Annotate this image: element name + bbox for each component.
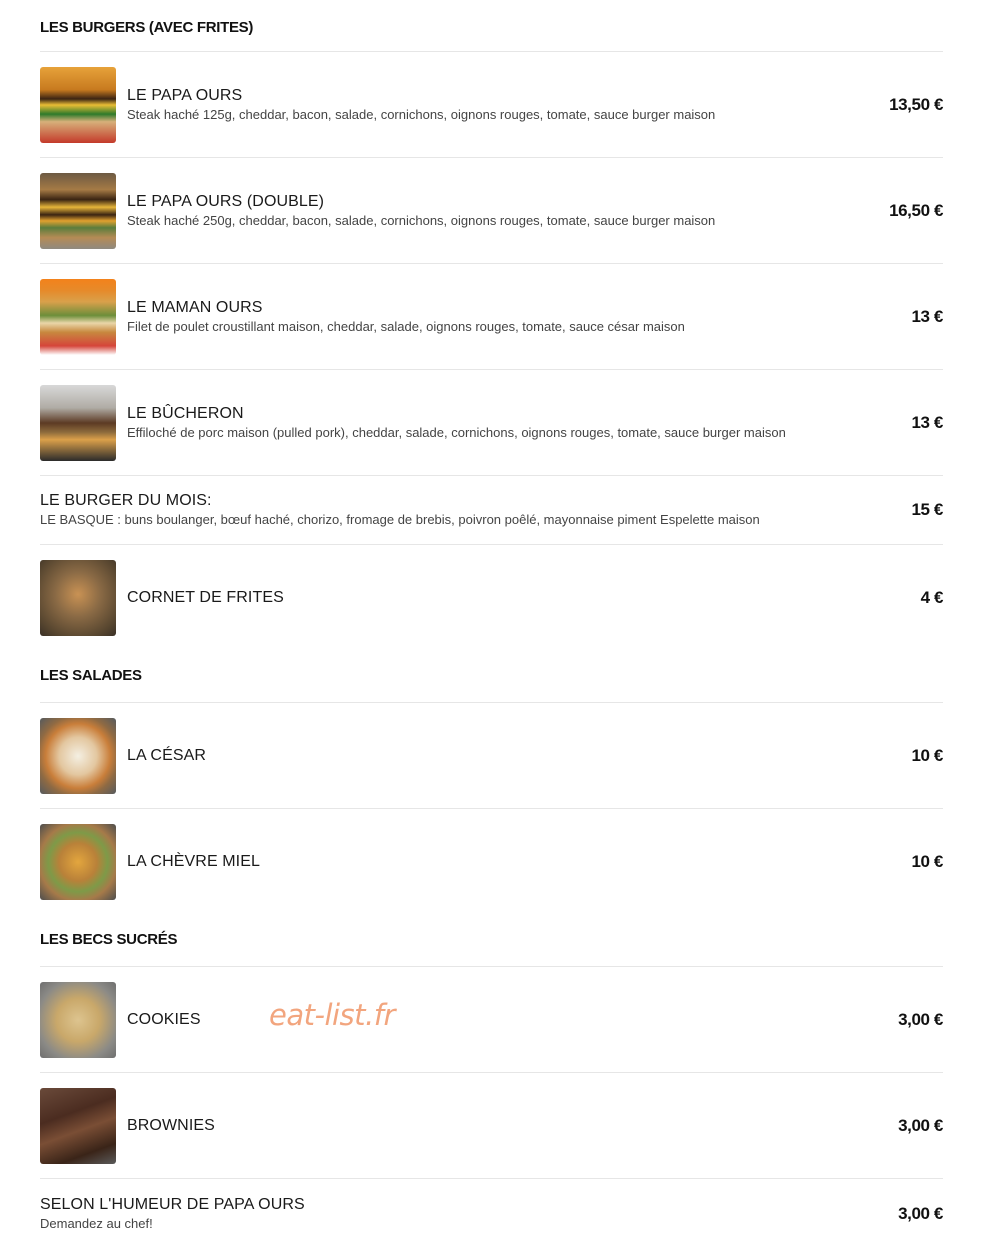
item-price: 10 € [911, 852, 944, 871]
item-price: 10 € [911, 745, 944, 765]
item-name: LE BÛCHERON [127, 404, 244, 422]
menu-item-papa-ours-double[interactable]: LE PAPA OURS (DOUBLE) Steak haché 250g, … [40, 158, 943, 264]
item-photo [40, 66, 116, 143]
menu-page: LES BURGERS (AVEC FRITES) LE PAPA OURS S… [40, 0, 943, 1249]
menu-item-brownies[interactable]: BROWNIES 3,00 € [40, 1073, 943, 1179]
item-description: LE BASQUE : buns boulanger, bœuf haché, … [40, 512, 760, 527]
item-photo [40, 278, 116, 355]
menu-item-burger-du-mois[interactable]: LE BURGER DU MOIS: LE BASQUE : buns boul… [40, 476, 943, 545]
menu-item-chevre-miel[interactable]: LA CHÈVRE MIEL 10 € [40, 809, 943, 915]
item-photo [40, 172, 116, 249]
item-name: BROWNIES [127, 1116, 215, 1134]
menu-item-humeur-papa-ours[interactable]: SELON L'HUMEUR DE PAPA OURS Demandez au … [40, 1179, 943, 1249]
menu-item-cookies[interactable]: COOKIES 3,00 € [40, 967, 943, 1073]
item-name: LE PAPA OURS [127, 86, 243, 104]
item-name: LE MAMAN OURS [127, 298, 263, 316]
item-description: Steak haché 250g, cheddar, bacon, salade… [127, 212, 716, 228]
item-photo [40, 384, 116, 461]
item-description: Effiloché de porc maison (pulled pork), … [127, 424, 786, 440]
item-price: 13,50 € [889, 94, 943, 114]
item-name: LE BURGER DU MOIS: [40, 492, 212, 509]
menu-item-papa-ours[interactable]: LE PAPA OURS Steak haché 125g, cheddar, … [40, 52, 943, 158]
section-title-salades: LES SALADES [40, 651, 943, 703]
item-price: 13 € [911, 306, 944, 326]
item-price: 15 € [911, 500, 944, 519]
item-description: Demandez au chef! [40, 1216, 153, 1231]
section-title-burgers: LES BURGERS (AVEC FRITES) [40, 0, 943, 52]
item-name: SELON L'HUMEUR DE PAPA OURS [40, 1196, 305, 1213]
item-name: CORNET DE FRITES [127, 589, 284, 606]
item-price: 16,50 € [889, 200, 943, 220]
item-photo [40, 717, 116, 794]
item-price: 13 € [911, 412, 944, 432]
item-price: 4 € [920, 588, 944, 607]
item-name: LE PAPA OURS (DOUBLE) [127, 192, 325, 210]
item-price: 3,00 € [898, 1009, 943, 1029]
item-photo [40, 1087, 116, 1164]
item-description: Filet de poulet croustillant maison, che… [127, 318, 685, 334]
item-price: 3,00 € [898, 1204, 943, 1223]
menu-item-cornet-frites[interactable]: CORNET DE FRITES 4 € [40, 545, 943, 651]
item-name: LA CHÈVRE MIEL [127, 853, 261, 870]
item-name: LA CÉSAR [127, 746, 207, 764]
menu-item-maman-ours[interactable]: LE MAMAN OURS Filet de poulet croustilla… [40, 264, 943, 370]
item-name: COOKIES [127, 1010, 201, 1028]
item-description: Steak haché 125g, cheddar, bacon, salade… [127, 106, 716, 122]
menu-item-bucheron[interactable]: LE BÛCHERON Effiloché de porc maison (pu… [40, 370, 943, 476]
item-photo [40, 981, 116, 1058]
section-title-becs-sucres: LES BECS SUCRÉS [40, 915, 943, 967]
menu-item-cesar[interactable]: LA CÉSAR 10 € [40, 703, 943, 809]
item-price: 3,00 € [898, 1115, 943, 1135]
item-photo [40, 560, 116, 636]
item-photo [40, 824, 116, 900]
watermark-text: eat-list.fr [269, 998, 395, 1032]
